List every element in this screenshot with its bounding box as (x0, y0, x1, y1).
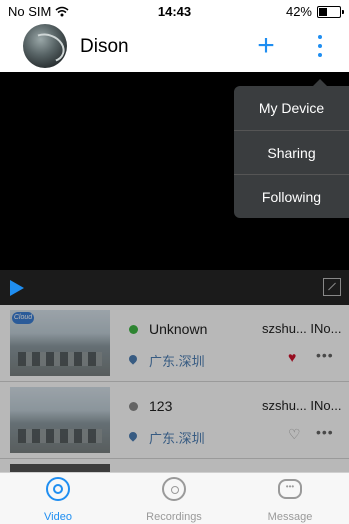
menu-item-sharing[interactable]: Sharing (234, 130, 349, 175)
more-vertical-icon[interactable] (308, 30, 332, 62)
tab-video[interactable]: Video (0, 473, 116, 524)
menu-item-my-device[interactable]: My Device (234, 86, 349, 130)
message-icon (278, 479, 302, 499)
menu-item-following[interactable]: Following (234, 174, 349, 219)
user-name: Dison (80, 36, 129, 57)
battery-percent: 42% (285, 4, 312, 19)
tab-recordings[interactable]: Recordings (116, 473, 232, 524)
dropdown-menu: My Device Sharing Following (234, 79, 349, 219)
video-controls (0, 270, 349, 305)
play-icon[interactable] (10, 280, 24, 296)
battery-icon (317, 5, 344, 18)
tab-bar: Video Recordings Message (0, 472, 349, 524)
tab-label: Recordings (146, 511, 202, 523)
recordings-icon (162, 477, 186, 501)
video-icon (46, 477, 70, 501)
app-header: Dison + (0, 22, 349, 72)
add-device-button[interactable]: + (250, 26, 282, 66)
tab-label: Message (267, 511, 313, 523)
menu-backdrop[interactable] (0, 305, 349, 472)
battery-level (319, 7, 328, 16)
tab-message[interactable]: Message (232, 473, 348, 524)
tab-label: Video (44, 511, 72, 523)
status-bar: No SIM 14:43 42% (0, 0, 349, 22)
avatar[interactable] (23, 24, 67, 68)
fullscreen-icon[interactable] (323, 278, 341, 296)
